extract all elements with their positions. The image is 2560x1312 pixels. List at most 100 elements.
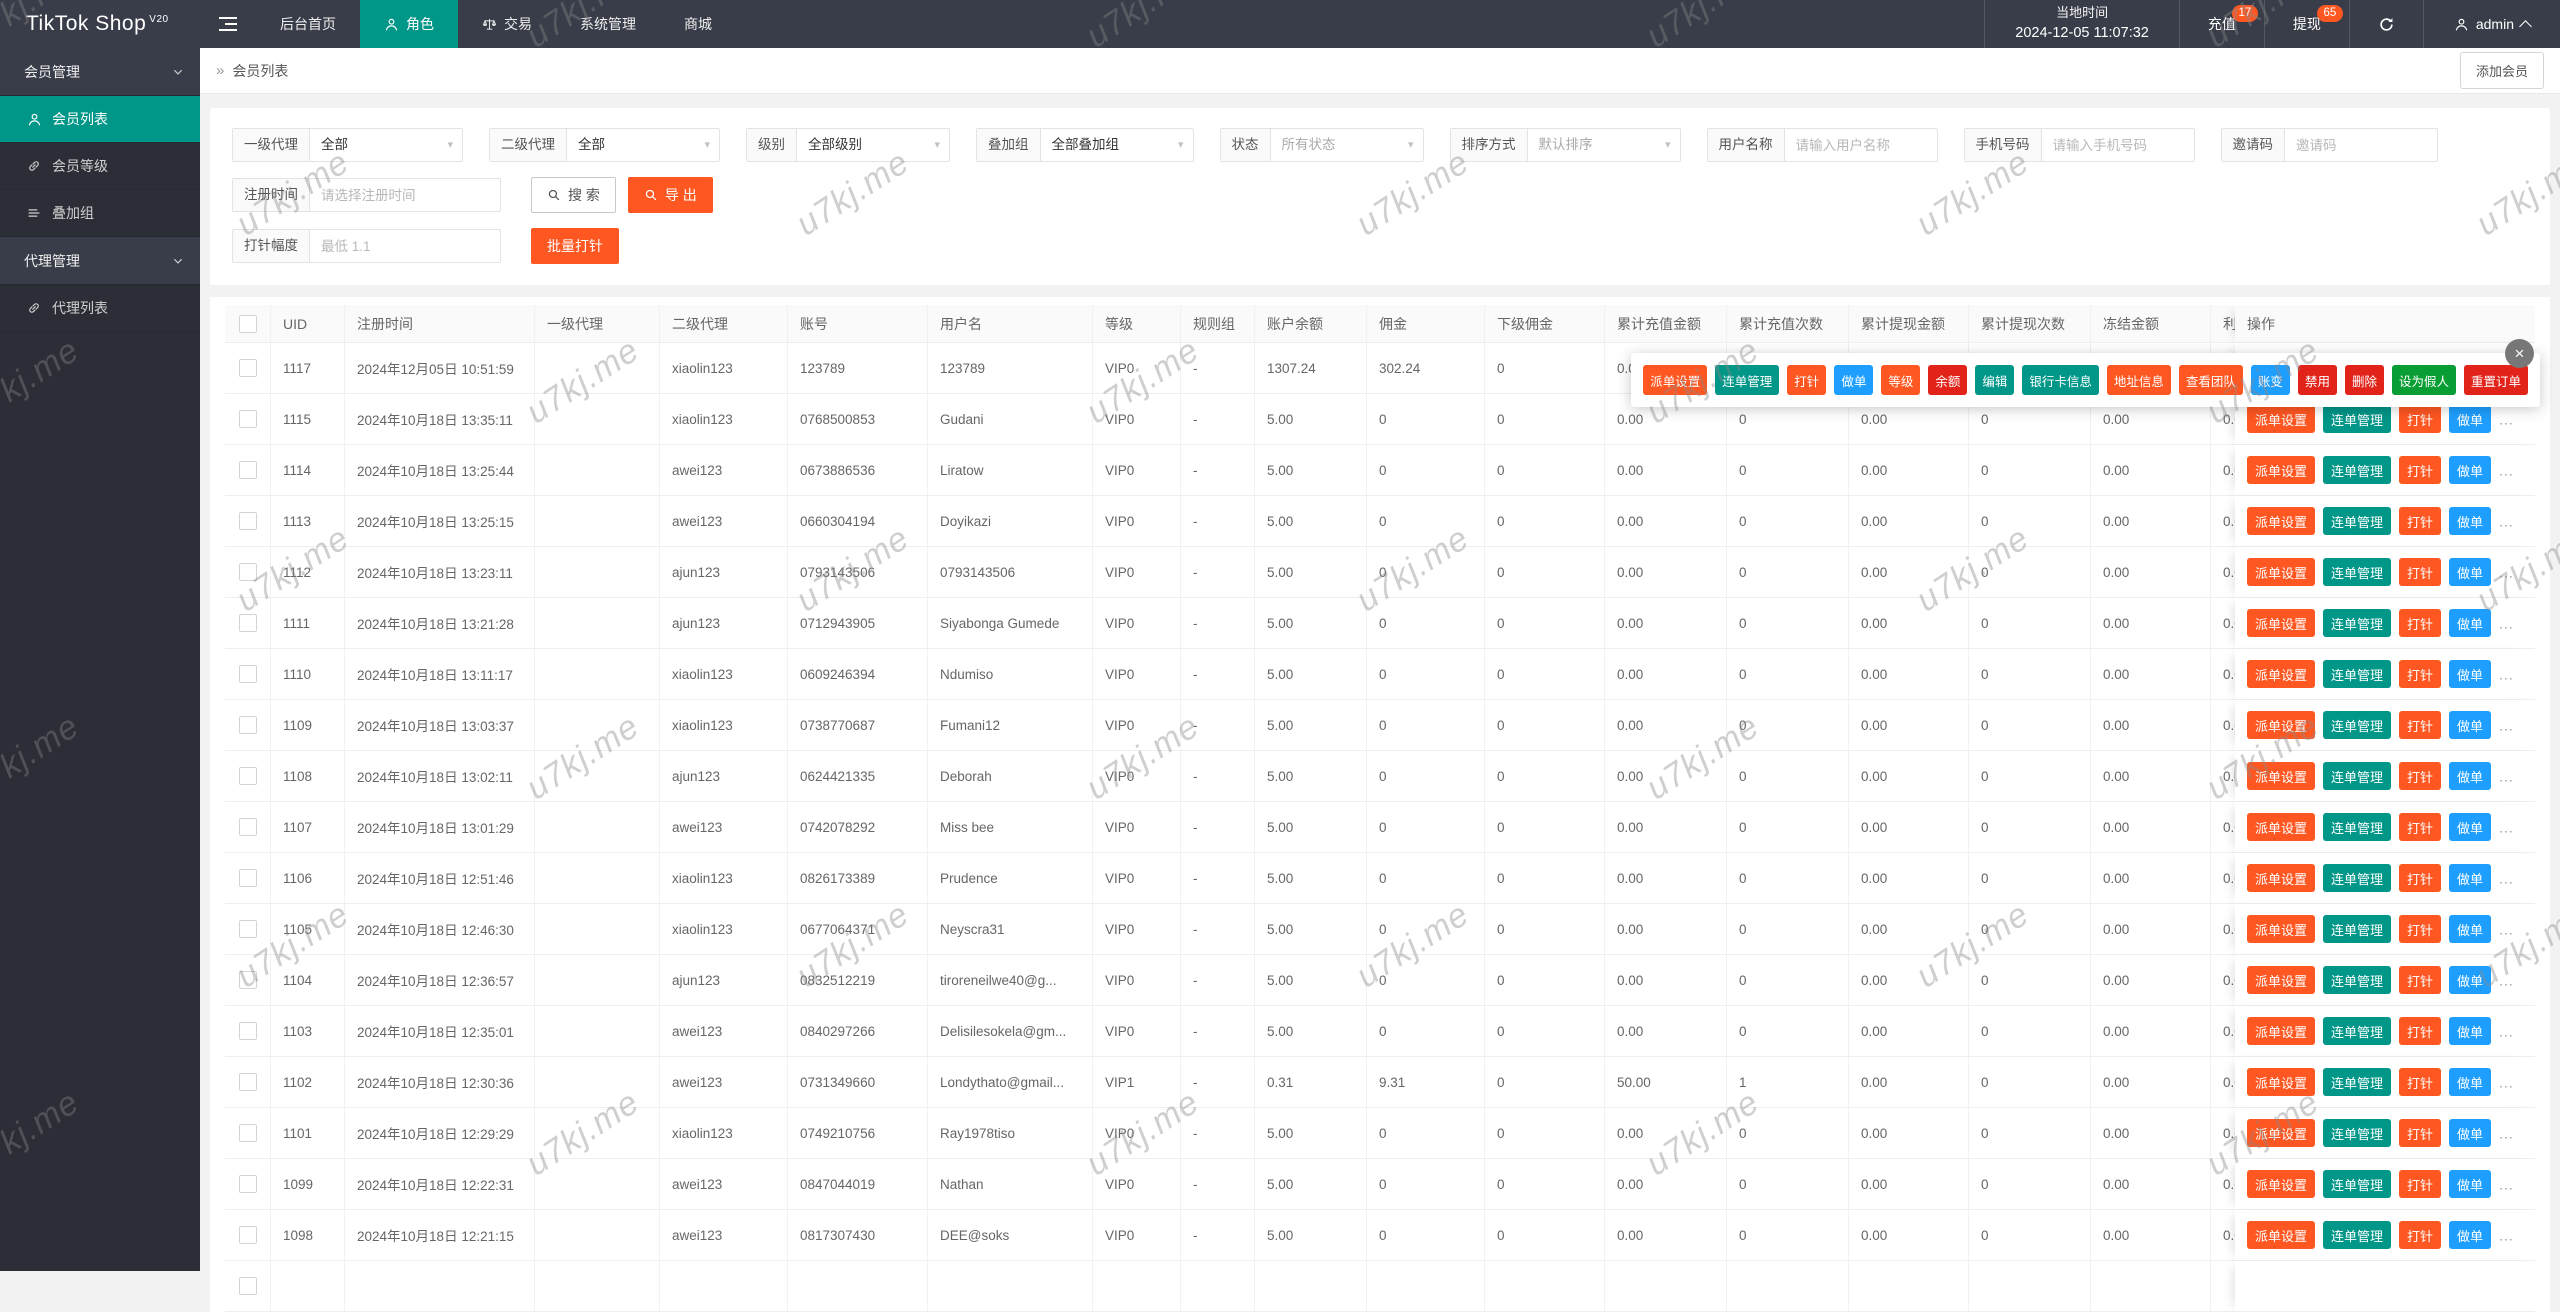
row-action-button[interactable]: 打针 — [2399, 456, 2441, 484]
search-button[interactable]: 搜 索 — [531, 177, 616, 213]
more-actions-button[interactable]: ... — [2499, 820, 2514, 836]
register-time-input[interactable] — [310, 179, 500, 211]
row-checkbox[interactable] — [239, 359, 257, 377]
row-action-button[interactable]: 打针 — [2399, 1068, 2441, 1096]
user-menu[interactable]: admin — [2423, 0, 2560, 48]
filter-text-input[interactable] — [2285, 129, 2437, 161]
nav-item[interactable]: 系统管理 — [556, 0, 660, 48]
row-action-button[interactable]: 派单设置 — [2247, 1221, 2315, 1249]
popup-action-button[interactable]: 查看团队 — [2179, 365, 2243, 395]
popup-action-button[interactable]: 银行卡信息 — [2022, 365, 2099, 395]
row-action-button[interactable]: 做单 — [2449, 1119, 2491, 1147]
filter-text-input[interactable] — [2042, 129, 2194, 161]
row-checkbox[interactable] — [239, 818, 257, 836]
row-action-button[interactable]: 连单管理 — [2323, 1119, 2391, 1147]
more-actions-button[interactable]: ... — [2499, 412, 2514, 428]
row-action-button[interactable]: 连单管理 — [2323, 507, 2391, 535]
row-action-button[interactable]: 派单设置 — [2247, 558, 2315, 586]
popup-action-button[interactable]: 删除 — [2345, 365, 2384, 395]
popup-action-button[interactable]: 连单管理 — [1715, 365, 1779, 395]
row-action-button[interactable]: 连单管理 — [2323, 762, 2391, 790]
row-action-button[interactable]: 派单设置 — [2247, 813, 2315, 841]
row-action-button[interactable]: 连单管理 — [2323, 711, 2391, 739]
row-action-button[interactable]: 连单管理 — [2323, 966, 2391, 994]
row-action-button[interactable]: 打针 — [2399, 1119, 2441, 1147]
row-action-button[interactable]: 派单设置 — [2247, 711, 2315, 739]
row-checkbox[interactable] — [239, 1073, 257, 1091]
row-checkbox[interactable] — [239, 869, 257, 887]
row-checkbox[interactable] — [239, 1022, 257, 1040]
row-action-button[interactable]: 连单管理 — [2323, 915, 2391, 943]
popup-action-button[interactable]: 禁用 — [2298, 365, 2337, 395]
row-action-button[interactable]: 连单管理 — [2323, 660, 2391, 688]
refresh-icon[interactable] — [2349, 0, 2423, 48]
row-action-button[interactable]: 派单设置 — [2247, 966, 2315, 994]
row-action-button[interactable]: 打针 — [2399, 1017, 2441, 1045]
row-action-button[interactable]: 做单 — [2449, 762, 2491, 790]
row-action-button[interactable]: 连单管理 — [2323, 813, 2391, 841]
row-action-button[interactable]: 做单 — [2449, 864, 2491, 892]
more-actions-button[interactable]: ... — [2499, 514, 2514, 530]
more-actions-button[interactable]: ... — [2499, 667, 2514, 683]
row-action-button[interactable]: 打针 — [2399, 966, 2441, 994]
row-action-button[interactable]: 派单设置 — [2247, 507, 2315, 535]
more-actions-button[interactable]: ... — [2499, 616, 2514, 632]
row-action-button[interactable]: 做单 — [2449, 405, 2491, 433]
row-checkbox[interactable] — [239, 971, 257, 989]
row-action-button[interactable]: 做单 — [2449, 966, 2491, 994]
row-action-button[interactable]: 派单设置 — [2247, 1068, 2315, 1096]
more-actions-button[interactable]: ... — [2499, 718, 2514, 734]
inject-range-input[interactable] — [310, 230, 500, 262]
row-action-button[interactable]: 派单设置 — [2247, 864, 2315, 892]
row-action-button[interactable]: 做单 — [2449, 1170, 2491, 1198]
row-action-button[interactable]: 派单设置 — [2247, 609, 2315, 637]
row-action-button[interactable]: 连单管理 — [2323, 1017, 2391, 1045]
row-action-button[interactable]: 做单 — [2449, 1221, 2491, 1249]
recharge-link[interactable]: 充值 17 — [2179, 0, 2264, 48]
row-checkbox[interactable] — [239, 920, 257, 938]
more-actions-button[interactable]: ... — [2499, 1024, 2514, 1040]
row-action-button[interactable]: 做单 — [2449, 609, 2491, 637]
popup-action-button[interactable]: 派单设置 — [1643, 365, 1707, 395]
filter-select-value[interactable]: 默认排序▾ — [1528, 129, 1680, 161]
row-action-button[interactable]: 打针 — [2399, 864, 2441, 892]
row-action-button[interactable]: 打针 — [2399, 558, 2441, 586]
row-action-button[interactable]: 连单管理 — [2323, 1068, 2391, 1096]
popup-action-button[interactable]: 重置订单 — [2464, 365, 2528, 395]
row-checkbox[interactable] — [239, 512, 257, 530]
batch-inject-button[interactable]: 批量打针 — [531, 228, 619, 264]
row-action-button[interactable]: 打针 — [2399, 1221, 2441, 1249]
row-action-button[interactable]: 派单设置 — [2247, 915, 2315, 943]
row-action-button[interactable]: 打针 — [2399, 762, 2441, 790]
row-action-button[interactable]: 做单 — [2449, 507, 2491, 535]
more-actions-button[interactable]: ... — [2499, 1075, 2514, 1091]
more-actions-button[interactable]: ... — [2499, 769, 2514, 785]
sidebar-item[interactable]: 会员等级 — [0, 143, 200, 190]
nav-item[interactable]: 角色 — [360, 0, 458, 48]
row-checkbox[interactable] — [239, 716, 257, 734]
more-actions-button[interactable]: ... — [2499, 871, 2514, 887]
filter-select-value[interactable]: 全部级别▾ — [797, 129, 949, 161]
select-all-checkbox[interactable] — [239, 315, 257, 333]
row-action-button[interactable]: 派单设置 — [2247, 1017, 2315, 1045]
row-action-button[interactable]: 做单 — [2449, 558, 2491, 586]
row-checkbox[interactable] — [239, 767, 257, 785]
row-action-button[interactable]: 派单设置 — [2247, 405, 2315, 433]
row-checkbox[interactable] — [239, 1226, 257, 1244]
row-action-button[interactable]: 打针 — [2399, 711, 2441, 739]
popup-action-button[interactable]: 余额 — [1928, 365, 1967, 395]
row-action-button[interactable]: 连单管理 — [2323, 1221, 2391, 1249]
more-actions-button[interactable]: ... — [2499, 973, 2514, 989]
row-action-button[interactable]: 打针 — [2399, 507, 2441, 535]
withdraw-link[interactable]: 提现 65 — [2264, 0, 2349, 48]
row-action-button[interactable]: 派单设置 — [2247, 1170, 2315, 1198]
more-actions-button[interactable]: ... — [2499, 1228, 2514, 1244]
row-checkbox[interactable] — [239, 614, 257, 632]
row-action-button[interactable]: 打针 — [2399, 660, 2441, 688]
row-action-button[interactable]: 派单设置 — [2247, 762, 2315, 790]
row-action-button[interactable]: 打针 — [2399, 609, 2441, 637]
add-member-button[interactable]: 添加会员 — [2460, 52, 2544, 89]
row-action-button[interactable]: 连单管理 — [2323, 864, 2391, 892]
filter-select-value[interactable]: 所有状态▾ — [1271, 129, 1423, 161]
filter-text-input[interactable] — [1785, 129, 1937, 161]
